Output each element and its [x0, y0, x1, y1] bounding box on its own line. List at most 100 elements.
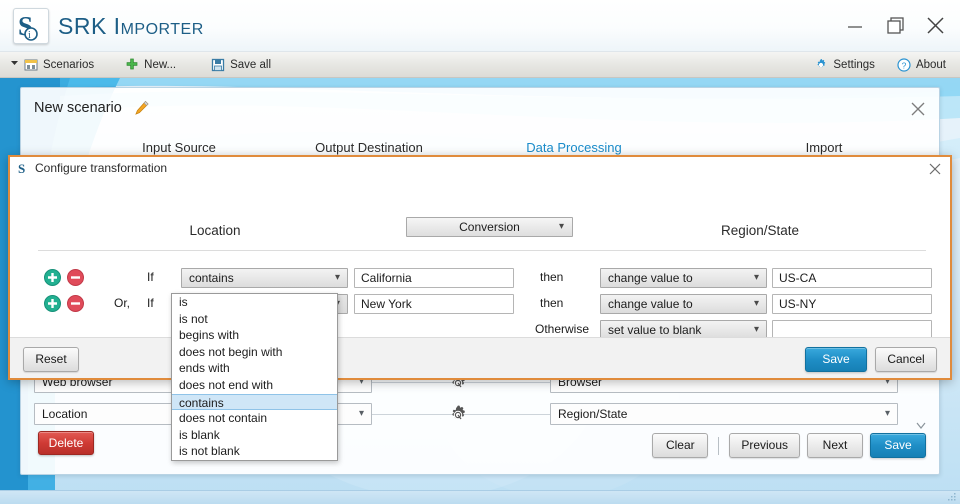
menu-item-label: Save all [230, 58, 272, 71]
configure-transformation-dialog: S Configure transformation Location Conv… [8, 155, 952, 380]
source-column-header: Location [189, 223, 241, 238]
otherwise-action-label: set value to blank [608, 323, 702, 337]
mapping-source-label: Location [42, 407, 88, 421]
menu-item-label: Settings [833, 58, 875, 71]
page-title: New scenario [34, 100, 122, 116]
app-title: SRK Importer [58, 13, 204, 39]
tab-label: Data Processing [526, 140, 622, 155]
conjunction-label: Or, [114, 296, 131, 310]
menu-item-label: Scenarios [43, 58, 95, 71]
otherwise-label: Otherwise [535, 322, 590, 336]
floppy-save-icon [211, 58, 225, 72]
question-circle-icon: ? [897, 57, 911, 72]
chevron-down-icon: ▾ [884, 408, 890, 419]
chevron-down-icon: ▾ [334, 272, 340, 283]
save-button[interactable]: Save [870, 433, 926, 458]
mapping-target-select[interactable]: Region/State ▾ [550, 403, 898, 425]
then-label: then [540, 296, 564, 310]
gear-icon[interactable] [447, 404, 469, 429]
action-value-input[interactable] [772, 294, 932, 314]
row-controls [44, 269, 84, 289]
menu-item-save-all[interactable]: Save all [187, 52, 282, 78]
action-label: change value to [608, 297, 693, 311]
dropdown-option-selected[interactable]: contains [172, 393, 337, 411]
dropdown-option[interactable]: is [172, 294, 337, 311]
close-icon[interactable] [924, 14, 948, 38]
dropdown-option[interactable]: is not blank [172, 443, 337, 460]
dialog-title-bar: S Configure transformation [10, 157, 950, 180]
operator-select[interactable]: contains ▾ [181, 268, 348, 288]
pencil-icon[interactable] [134, 100, 150, 119]
menu-item-scenarios[interactable]: Scenarios [0, 52, 105, 78]
plus-circle-icon[interactable] [44, 269, 61, 289]
svg-text:i: i [28, 30, 31, 41]
conversion-type-label: Conversion [459, 220, 520, 234]
divider [38, 250, 926, 251]
operand-input[interactable] [354, 268, 514, 288]
plus-circle-icon[interactable] [44, 295, 61, 315]
dialog-cancel-button[interactable]: Cancel [875, 347, 937, 372]
operand-input[interactable] [354, 294, 514, 314]
dropdown-option[interactable]: begins with [172, 327, 337, 344]
action-select[interactable]: change value to ▾ [600, 294, 767, 314]
svg-text:?: ? [902, 60, 907, 70]
close-icon[interactable] [928, 162, 942, 176]
menu-bar: Scenarios New... Save all Settings ? Abo… [0, 52, 960, 78]
minimize-icon[interactable] [844, 14, 868, 38]
resize-grip-icon[interactable] [947, 492, 957, 502]
rule-row: If contains ▾ then change value to ▾ [10, 268, 954, 290]
gear-blue-icon [814, 58, 828, 72]
dialog-save-button[interactable]: Save [805, 347, 867, 372]
row-controls [44, 295, 84, 315]
dropdown-option[interactable]: does not contain [172, 410, 337, 427]
action-select[interactable]: change value to ▾ [600, 268, 767, 288]
then-label: then [540, 270, 564, 284]
clear-button[interactable]: Clear [652, 433, 709, 458]
svg-text:S: S [18, 161, 25, 175]
if-label: If [147, 296, 154, 310]
conversion-type-select[interactable]: Conversion ▾ [406, 217, 573, 237]
chevron-down-icon: ▾ [753, 298, 759, 309]
menu-item-label: About [915, 58, 946, 71]
chevron-down-icon: ▾ [358, 408, 364, 419]
target-column-header: Region/State [720, 223, 800, 238]
rule-row: Or, If contains ▾ then change value to ▾ [10, 294, 954, 316]
menu-item-about[interactable]: ? About [886, 52, 960, 78]
if-label: If [147, 270, 154, 284]
reset-button[interactable]: Reset [23, 347, 79, 372]
close-icon[interactable] [910, 101, 926, 117]
action-value-input[interactable] [772, 268, 932, 288]
dialog-title: Configure transformation [35, 161, 168, 175]
dropdown-option[interactable]: is not [172, 311, 337, 328]
dropdown-option[interactable]: does not begin with [172, 344, 337, 361]
srk-logo-icon: S [18, 161, 32, 178]
previous-button[interactable]: Previous [729, 433, 800, 458]
scenario-card-header: New scenario [21, 88, 939, 132]
minus-circle-icon[interactable] [67, 295, 84, 315]
minus-circle-icon[interactable] [67, 269, 84, 289]
tab-label: Output Destination [315, 140, 423, 155]
next-button[interactable]: Next [807, 433, 863, 458]
menu-item-new[interactable]: New... [105, 52, 187, 78]
operator-label: contains [189, 271, 234, 285]
divider [718, 436, 720, 455]
application-window: S i SRK Importer Scenarios New... Save a… [0, 0, 960, 504]
dropdown-option[interactable]: is blank [172, 427, 337, 444]
mapping-target-label: Region/State [558, 407, 628, 421]
dropdown-option[interactable]: does not end with [172, 377, 337, 394]
menu-item-label: New... [144, 58, 177, 71]
operator-dropdown-list[interactable]: is is not begins with does not begin wit… [171, 293, 338, 461]
window-controls [844, 12, 948, 40]
maximize-restore-icon[interactable] [884, 14, 908, 38]
status-bar [0, 490, 960, 504]
dialog-footer: Reset Save Cancel [10, 337, 950, 378]
tab-label: Import [805, 140, 843, 155]
title-bar: S i SRK Importer [0, 0, 960, 52]
dialog-body: Location Conversion ▾ Region/State If co… [10, 180, 950, 340]
dropdown-option[interactable]: ends with [172, 360, 337, 377]
delete-button[interactable]: Delete [38, 431, 94, 455]
menu-item-settings[interactable]: Settings [803, 52, 886, 78]
tab-label: Input Source [142, 140, 216, 155]
dialog-actions: Save Cancel [805, 347, 937, 372]
scenarios-icon [24, 58, 38, 72]
